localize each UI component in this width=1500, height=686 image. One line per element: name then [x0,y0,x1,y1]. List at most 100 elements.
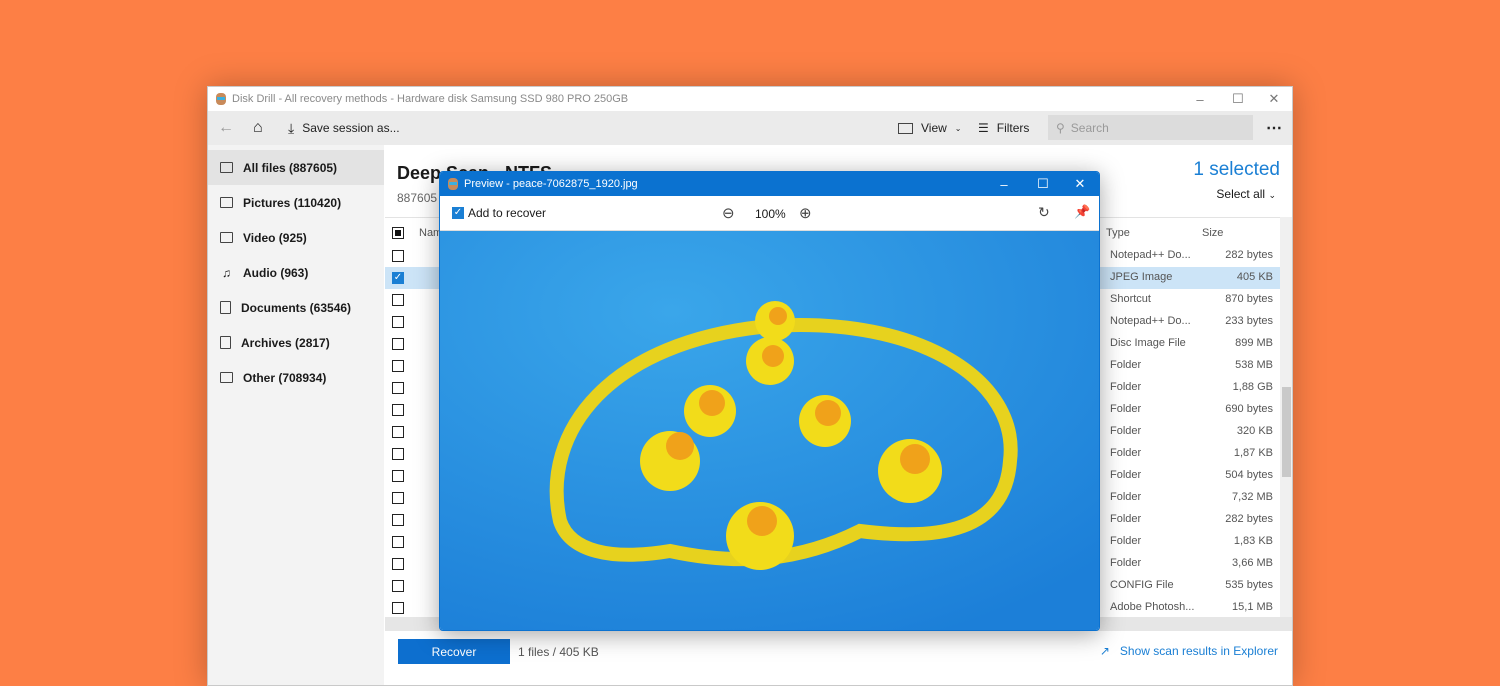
sidebar-item-all-files[interactable]: All files (887605) [208,150,384,185]
download-icon: ⤓ [288,119,295,136]
zoom-in-button[interactable]: ⊕ [799,204,812,222]
row-checkbox[interactable] [392,404,404,416]
selection-summary: 1 files / 405 KB [518,645,599,659]
column-type[interactable]: Type [1106,227,1130,239]
minimize-button[interactable]: – [1182,87,1218,111]
row-type: Folder [1110,447,1142,459]
row-type: Folder [1110,535,1142,547]
row-size: 282 bytes [1225,249,1273,261]
row-checkbox[interactable] [392,492,404,504]
search-placeholder: Search [1070,120,1109,135]
row-checkbox[interactable] [392,470,404,482]
explorer-link-label: Show scan results in Explorer [1119,644,1278,658]
app-icon [448,178,458,190]
window-title: Disk Drill - All recovery methods - Hard… [232,93,629,105]
row-type: CONFIG File [1110,579,1174,591]
preview-title: Preview - peace-7062875_1920.jpg [464,178,638,190]
row-checkbox[interactable] [392,448,404,460]
sidebar-item-documents[interactable]: Documents (63546) [208,290,384,325]
more-options-button[interactable]: ⋯ [1266,118,1282,138]
select-all-button[interactable]: Select all ⌄ [1216,187,1276,201]
search-icon: ⚲ [1056,120,1065,135]
sidebar-label: Video (925) [243,230,307,245]
row-size: 15,1 MB [1232,601,1273,613]
sidebar-label: Documents (63546) [241,300,352,315]
recover-button[interactable]: Recover [398,639,510,664]
save-session-label: Save session as... [302,121,400,135]
selected-count: 1 selected [1193,159,1280,180]
row-checkbox[interactable] [392,250,404,262]
toolbar: ← ⌂ ⤓ Save session as... View ⌄ ☰ Filters ⚲… [208,111,1292,145]
row-type: Notepad++ Do... [1110,249,1191,261]
all-files-icon [220,162,233,173]
scrollbar-thumb[interactable] [1282,387,1291,477]
sidebar-label: Other (708934) [243,370,327,385]
sidebar-item-audio[interactable]: ♫ Audio (963) [208,255,384,290]
picture-icon [220,197,233,208]
row-checkbox[interactable] [392,338,404,350]
search-input[interactable]: ⚲ Search [1048,115,1253,140]
sidebar-item-video[interactable]: Video (925) [208,220,384,255]
zoom-out-button[interactable]: ⊖ [722,204,735,222]
document-icon [220,301,231,314]
row-size: 405 KB [1236,271,1273,283]
add-to-recover-checkbox[interactable]: ✓ Add to recover [452,206,546,220]
row-checkbox[interactable] [392,558,404,570]
row-checkbox[interactable] [392,426,404,438]
row-checkbox[interactable] [392,514,404,526]
row-size: 1,87 KB [1233,447,1273,459]
row-size: 538 MB [1235,359,1273,371]
view-button[interactable]: View ⌄ [898,121,962,135]
row-type: Folder [1110,425,1142,437]
row-type: Folder [1110,381,1142,393]
filters-label: Filters [996,121,1030,135]
column-size[interactable]: Size [1202,227,1223,239]
row-type: Folder [1110,513,1142,525]
row-size: 320 KB [1236,425,1273,437]
row-checkbox[interactable] [392,536,404,548]
row-type: Folder [1110,403,1142,415]
row-type: Folder [1110,557,1142,569]
preview-maximize-button[interactable]: ☐ [1025,172,1061,196]
sidebar-item-other[interactable]: Other (708934) [208,360,384,395]
maximize-button[interactable]: ☐ [1220,87,1256,111]
sidebar-item-pictures[interactable]: Pictures (110420) [208,185,384,220]
checkbox-checked: ✓ [452,207,464,219]
row-checkbox[interactable] [392,294,404,306]
row-checkbox[interactable] [392,316,404,328]
select-all-checkbox[interactable] [392,227,404,239]
filters-button[interactable]: ☰ Filters [978,121,1029,135]
row-size: 870 bytes [1225,293,1273,305]
add-to-recover-label: Add to recover [468,206,547,220]
save-session-button[interactable]: ⤓ Save session as... [288,120,400,137]
preview-title-bar: Preview - peace-7062875_1920.jpg – ☐ ✕ [440,172,1099,196]
preview-minimize-button[interactable]: – [986,172,1022,196]
preview-close-button[interactable]: ✕ [1062,172,1098,196]
select-all-label: Select all [1216,187,1266,201]
sliders-icon: ☰ [978,121,989,135]
row-type: JPEG Image [1110,271,1173,283]
rotate-icon[interactable]: ↻ [1038,204,1050,221]
footer-bar: Recover 1 files / 405 KB ↗ Show scan resu… [385,631,1292,671]
row-checkbox[interactable] [392,602,404,614]
chevron-down-icon: ⌄ [954,123,962,133]
pin-icon[interactable]: 📌 [1074,204,1090,220]
row-size: 899 MB [1235,337,1273,349]
vertical-scrollbar[interactable] [1280,217,1292,617]
music-icon: ♫ [222,265,231,280]
external-link-icon: ↗ [1099,644,1110,658]
row-size: 504 bytes [1225,469,1273,481]
row-checkbox[interactable] [392,580,404,592]
row-checkbox[interactable] [392,382,404,394]
home-button[interactable]: ⌂ [253,119,263,137]
row-size: 3,66 MB [1232,557,1273,569]
back-button[interactable]: ← [218,119,234,137]
archive-icon [220,336,231,349]
row-checkbox[interactable]: ✓ [392,272,404,284]
show-in-explorer-link[interactable]: ↗ Show scan results in Explorer [1100,644,1278,658]
row-checkbox[interactable] [392,360,404,372]
sidebar-item-archives[interactable]: Archives (2817) [208,325,384,360]
app-icon [216,93,226,105]
close-button[interactable]: ✕ [1256,87,1292,111]
view-label: View [921,121,947,135]
